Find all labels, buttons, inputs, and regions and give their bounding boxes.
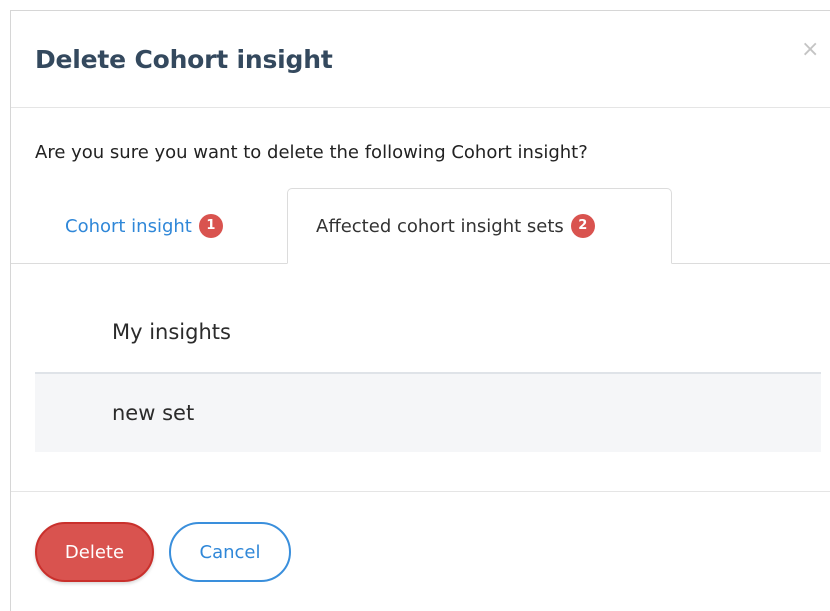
delete-button[interactable]: Delete bbox=[35, 522, 154, 582]
tab-cohort-insight[interactable]: Cohort insight 1 bbox=[50, 188, 300, 264]
cancel-button[interactable]: Cancel bbox=[169, 522, 291, 582]
tab-affected-cohort-insight-sets[interactable]: Affected cohort insight sets 2 bbox=[287, 188, 672, 264]
list-item: My insights bbox=[112, 320, 231, 344]
count-badge: 2 bbox=[570, 214, 595, 238]
count-badge: 1 bbox=[198, 214, 223, 238]
affected-sets-list: My insights new set bbox=[35, 292, 821, 452]
footer-divider bbox=[11, 491, 830, 492]
close-icon[interactable]: × bbox=[801, 39, 819, 61]
confirmation-question: Are you sure you want to delete the foll… bbox=[35, 142, 588, 163]
list-item: new set bbox=[35, 372, 821, 452]
delete-cohort-insight-dialog: Delete Cohort insight × Are you sure you… bbox=[10, 10, 830, 611]
tab-label: Cohort insight bbox=[65, 215, 192, 237]
modal-title: Delete Cohort insight bbox=[35, 45, 333, 74]
modal-header: Delete Cohort insight bbox=[11, 11, 830, 108]
tab-label: Affected cohort insight sets bbox=[316, 215, 564, 237]
